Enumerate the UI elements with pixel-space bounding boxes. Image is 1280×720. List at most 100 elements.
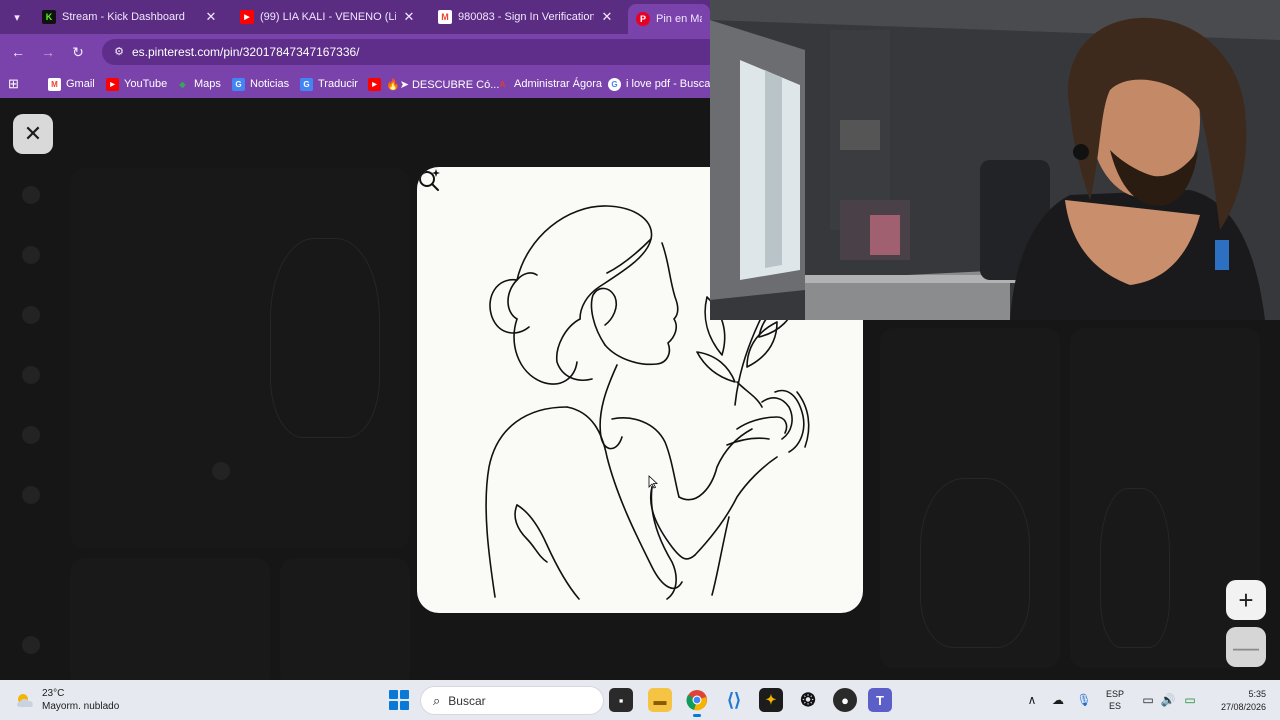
tab-title: Stream - Kick Dashboard <box>62 11 185 23</box>
taskbar-app-vscode[interactable]: ⟨⟩ <box>722 688 746 712</box>
apps-grid-icon[interactable]: ⊞ <box>8 76 19 92</box>
language-code: ESP <box>1106 689 1125 699</box>
maps-icon: ◆ <box>179 79 186 89</box>
sidebar-icon <box>22 426 40 444</box>
google-icon: G <box>608 77 621 91</box>
pinterest-icon: P <box>636 12 650 26</box>
address-bar[interactable]: ⚙ es.pinterest.com/pin/320178473471673​3… <box>102 39 722 65</box>
clock-time: 5:35 <box>1248 689 1266 699</box>
tab-gmail-verification[interactable]: M 980083 - Sign In Verification Co ✕ <box>430 4 622 30</box>
volume-icon[interactable]: 🔊 <box>1160 692 1176 708</box>
taskbar-app-chatgpt[interactable]: ❂ <box>796 688 820 712</box>
mouse-cursor-icon <box>648 475 658 489</box>
close-icon[interactable]: ✕ <box>402 9 416 25</box>
avatar <box>212 462 230 480</box>
youtube-icon: ▶ <box>106 77 119 91</box>
youtube-icon: ▶ <box>240 10 254 24</box>
google-news-icon: G <box>232 77 245 91</box>
taskbar-app-obs[interactable]: ● <box>833 688 857 712</box>
gmail-icon: M <box>438 10 452 24</box>
weather-temperature: 23°C <box>42 688 65 699</box>
gmail-icon: M <box>48 77 61 91</box>
background-sketch <box>920 478 1030 648</box>
bookmark-agora[interactable]: A Administrar Ágora <box>496 76 602 92</box>
sidebar-icon <box>22 246 40 264</box>
close-icon[interactable]: ✕ <box>204 9 218 25</box>
bookmark-label: i love pdf - Buscar c <box>626 78 723 90</box>
chevron-down-icon[interactable]: ▾ <box>6 6 28 28</box>
bookmark-label: Administrar Ágora <box>514 78 603 90</box>
taskbar-search[interactable]: ⌕ Buscar <box>421 687 603 714</box>
taskbar-app-teams[interactable]: T <box>868 688 892 712</box>
background-sketch <box>270 238 380 438</box>
weather-description: Mayorm. nublado <box>42 701 120 712</box>
back-icon[interactable]: ← <box>8 42 28 62</box>
sidebar-icon <box>22 186 40 204</box>
tab-pinterest-pin[interactable]: P Pin en Masaj <box>628 4 710 34</box>
search-placeholder: Buscar <box>448 693 486 708</box>
sidebar-icon <box>22 636 40 654</box>
forward-icon[interactable]: → <box>38 42 58 62</box>
bookmark-label: 🔥➤ DESCUBRE Có... <box>386 78 500 91</box>
toolbar: ← → ↻ ⚙ es.pinterest.com/pin/32017847347… <box>0 34 722 70</box>
tab-title: 980083 - Sign In Verification Co <box>458 11 594 23</box>
bookmark-descubre[interactable]: ▶ 🔥➤ DESCUBRE Có... <box>368 76 499 92</box>
display-icon[interactable]: ▭ <box>1140 692 1156 708</box>
microphone-icon[interactable]: 🎙 <box>1076 692 1092 708</box>
bookmark-youtube[interactable]: ▶ YouTube <box>106 76 167 92</box>
bookmark-label: Noticias <box>250 78 290 90</box>
zoom-in-button[interactable]: + <box>1226 580 1266 620</box>
related-pin <box>280 558 410 680</box>
bookmarks-bar: ⊞ M Gmail ▶ YouTube ◆ Maps G Noticias G … <box>0 70 723 98</box>
sidebar-icon <box>22 306 40 324</box>
bookmark-label: Maps <box>194 78 221 90</box>
sidebar-icon <box>22 486 40 504</box>
minus-icon: — <box>1233 631 1259 662</box>
chrome-icon <box>686 690 707 711</box>
tab-strip: ▾ K Stream - Kick Dashboard ✕ ▶ (99) LIA… <box>0 0 710 34</box>
taskbar-app-terminal[interactable]: ▪ <box>609 688 633 712</box>
start-button[interactable] <box>389 690 409 710</box>
tab-title: Pin en Masaj <box>656 13 702 25</box>
zoom-out-button[interactable]: — <box>1226 627 1266 667</box>
kick-icon: K <box>42 10 56 24</box>
taskbar-app-file-explorer[interactable]: ▬ <box>648 688 672 712</box>
bookmark-label: Traducir <box>318 78 358 90</box>
webcam-overlay <box>710 0 1280 320</box>
reload-icon[interactable]: ↻ <box>68 42 88 62</box>
bookmark-label: YouTube <box>124 78 168 90</box>
search-icon: ⌕ <box>433 692 441 708</box>
clock[interactable]: 5:35 27/08/2026 <box>1208 688 1266 714</box>
close-button[interactable]: ✕ <box>13 114 53 154</box>
tab-youtube-live[interactable]: ▶ (99) LIA KALI - VENENO (Live ve ✕ <box>232 4 424 30</box>
background-sketch <box>1100 488 1170 648</box>
webcam-video <box>710 0 1280 320</box>
bookmark-label: Gmail <box>66 78 95 90</box>
cloud-sync-icon[interactable]: ☁ <box>1050 692 1066 708</box>
bookmark-noticias[interactable]: G Noticias <box>232 76 289 92</box>
taskbar-app-chrome[interactable] <box>685 688 709 717</box>
clock-date: 27/08/2026 <box>1220 702 1266 712</box>
language-indicator[interactable]: ESP ES <box>1106 688 1124 712</box>
translate-icon: G <box>300 77 313 91</box>
close-icon: ✕ <box>23 121 43 146</box>
weather-widget[interactable]: 23°C Mayorm. nublado <box>14 686 119 714</box>
close-icon[interactable]: ✕ <box>600 9 614 25</box>
battery-icon[interactable]: ▭ <box>1182 692 1198 708</box>
visual-search-icon[interactable] <box>417 167 441 191</box>
bookmark-ilovepdf[interactable]: G i love pdf - Buscar c <box>608 76 723 92</box>
keyboard-layout: ES <box>1109 701 1122 711</box>
sidebar-icon <box>22 366 40 384</box>
site-info-icon[interactable]: ⚙ <box>112 45 126 59</box>
bookmark-maps[interactable]: ◆ Maps <box>176 76 221 92</box>
tab-title: (99) LIA KALI - VENENO (Live ve <box>260 11 396 23</box>
bookmark-gmail[interactable]: M Gmail <box>48 76 95 92</box>
plus-icon: + <box>1238 584 1254 615</box>
chevron-up-icon[interactable]: ∧ <box>1024 692 1040 708</box>
url-text[interactable]: es.pinterest.com/pin/320178473471673​36/ <box>132 45 360 59</box>
bookmark-traducir[interactable]: G Traducir <box>300 76 358 92</box>
related-pin <box>70 558 270 680</box>
tab-kick-dashboard[interactable]: K Stream - Kick Dashboard ✕ <box>34 4 226 30</box>
taskbar-app-davinci[interactable]: ✦ <box>759 688 783 712</box>
windows-taskbar: 23°C Mayorm. nublado ⌕ Buscar ▪ ▬ ⟨⟩ ✦ ❂… <box>0 680 1280 720</box>
